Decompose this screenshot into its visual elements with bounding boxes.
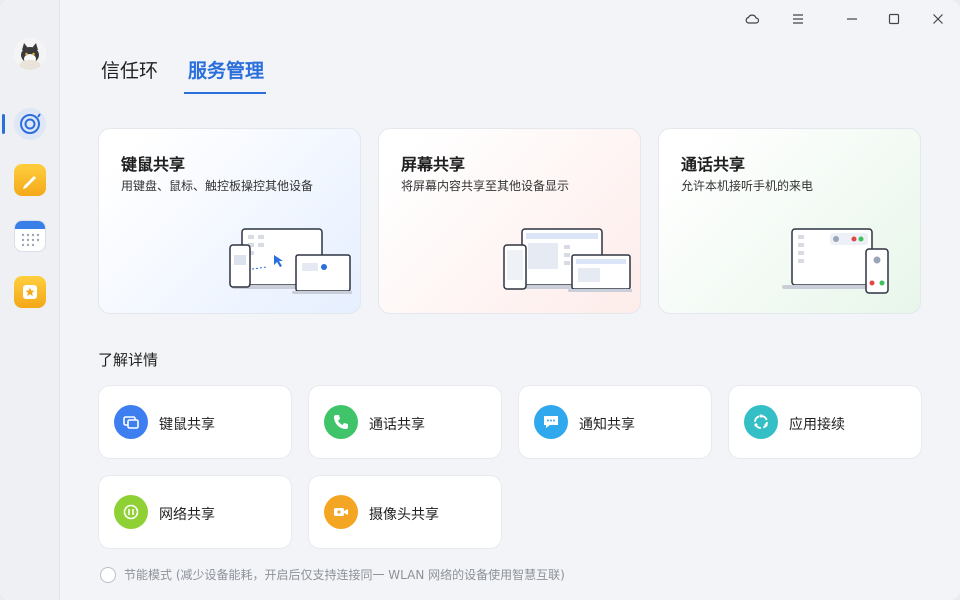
sidebar: [0, 0, 60, 600]
active-indicator: [2, 114, 5, 134]
tab-service-management[interactable]: 服务管理: [188, 56, 264, 83]
camera-icon: [324, 495, 358, 529]
close-icon[interactable]: [926, 8, 950, 30]
keyboard-mouse-illustration: [229, 228, 352, 294]
detail-card-network-share[interactable]: 网络共享: [98, 475, 292, 549]
detail-card-call-share[interactable]: 通话共享: [308, 385, 502, 459]
power-saving-radio[interactable]: [100, 566, 116, 583]
feature-card-title: 键鼠共享: [121, 155, 186, 174]
minimize-icon[interactable]: [840, 8, 864, 30]
screen-share-illustration: [503, 228, 632, 292]
detail-card-label: 键鼠共享: [159, 417, 215, 433]
app-continue-icon: [744, 405, 778, 439]
detail-card-label: 网络共享: [159, 507, 215, 523]
title-bar: [60, 0, 960, 38]
maximize-icon[interactable]: [882, 8, 906, 30]
power-saving-label: 节能模式 (减少设备能耗，开启后仅支持连接同一 WLAN 网络的设备使用智慧互联…: [124, 568, 565, 582]
app-window: 信任环 服务管理 键鼠共享 用键盘、鼠标、触控板操控其他设备 屏幕共享 将屏幕内…: [0, 0, 960, 600]
detail-card-label: 通知共享: [579, 417, 635, 433]
feature-card-subtitle: 将屏幕内容共享至其他设备显示: [401, 179, 570, 193]
calendar-icon[interactable]: [14, 220, 46, 252]
avatar[interactable]: [14, 38, 46, 70]
network-share-icon: [114, 495, 148, 529]
feature-card-keyboard-mouse[interactable]: 键鼠共享 用键盘、鼠标、触控板操控其他设备: [98, 128, 361, 314]
cloud-icon[interactable]: [740, 8, 764, 30]
feature-card-call-share[interactable]: 通话共享 允许本机接听手机的来电: [658, 128, 921, 314]
feature-card-screen-share[interactable]: 屏幕共享 将屏幕内容共享至其他设备显示: [378, 128, 641, 314]
detail-card-keyboard-mouse[interactable]: 键鼠共享: [98, 385, 292, 459]
phone-icon: [324, 405, 358, 439]
feature-card-subtitle: 用键盘、鼠标、触控板操控其他设备: [121, 179, 314, 193]
detail-card-label: 应用接续: [789, 417, 845, 433]
feature-card-title: 通话共享: [681, 155, 746, 174]
notes-icon[interactable]: [14, 164, 46, 196]
menu-icon[interactable]: [786, 8, 810, 30]
detail-card-notification-share[interactable]: 通知共享: [518, 385, 712, 459]
section-title-learn-more: 了解详情: [98, 351, 159, 369]
call-share-illustration: [782, 228, 889, 294]
favorites-icon[interactable]: [14, 276, 46, 308]
detail-card-label: 摄像头共享: [369, 507, 439, 523]
tab-underline: [184, 92, 266, 94]
feature-card-title: 屏幕共享: [401, 155, 466, 174]
power-saving-mode[interactable]: 节能模式 (减少设备能耗，开启后仅支持连接同一 WLAN 网络的设备使用智慧互联…: [100, 566, 565, 583]
sync-icon[interactable]: [14, 108, 46, 140]
detail-card-camera-share[interactable]: 摄像头共享: [308, 475, 502, 549]
feature-card-subtitle: 允许本机接听手机的来电: [681, 179, 814, 193]
detail-card-app-continue[interactable]: 应用接续: [728, 385, 922, 459]
tab-trust-ring[interactable]: 信任环: [101, 56, 158, 83]
keyboard-mouse-icon: [114, 405, 148, 439]
chat-bubble-icon: [534, 405, 568, 439]
detail-card-label: 通话共享: [369, 417, 425, 433]
